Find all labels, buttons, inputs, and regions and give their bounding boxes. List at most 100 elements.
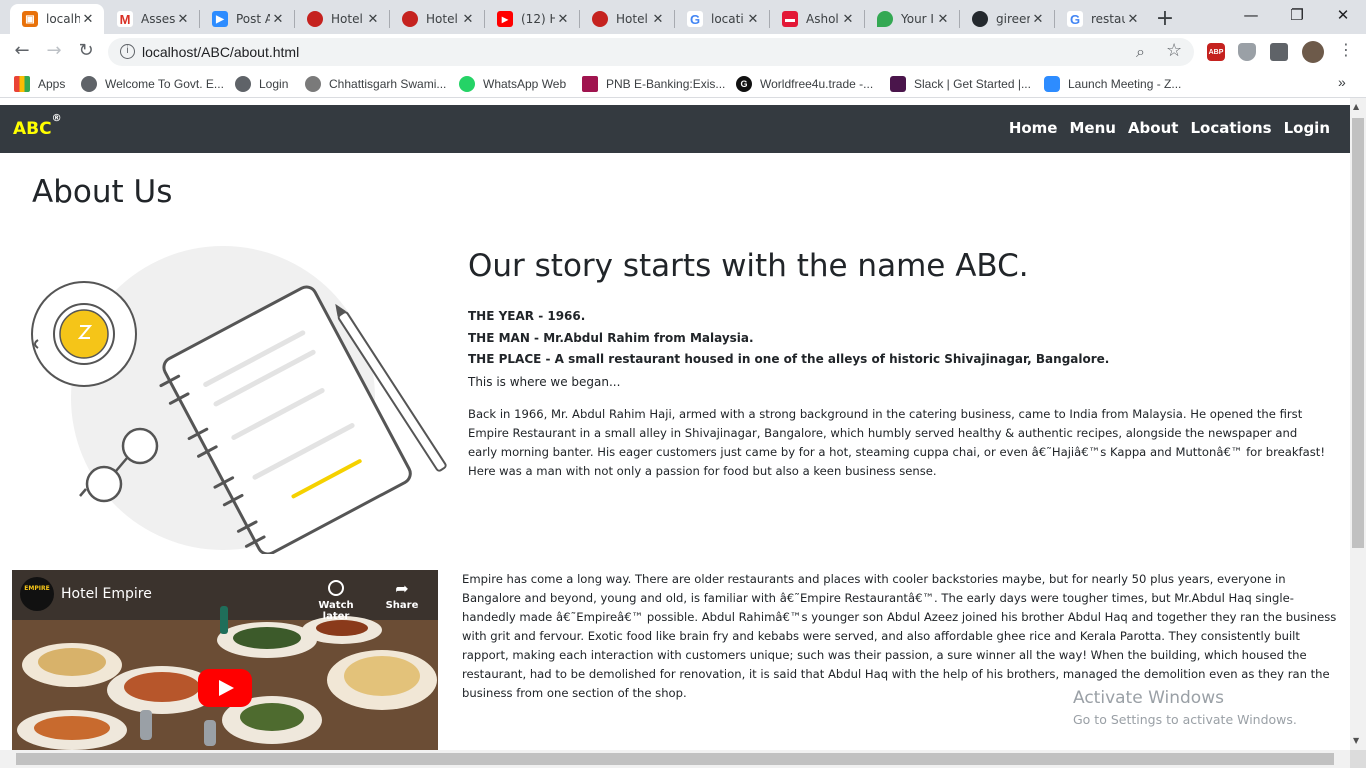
tab-0[interactable]: ▣ localh ✕: [10, 4, 104, 34]
tab-6[interactable]: Hotel ✕: [580, 4, 674, 34]
close-tab-icon[interactable]: ✕: [840, 12, 856, 27]
nav-home-link[interactable]: Home: [1009, 119, 1058, 137]
minimize-button[interactable]: —: [1236, 6, 1266, 24]
tab-11[interactable]: G restau ✕: [1055, 4, 1149, 34]
close-tab-icon[interactable]: ✕: [555, 12, 571, 27]
bookmark-whatsapp[interactable]: WhatsApp Web: [459, 76, 566, 92]
scroll-thumb[interactable]: [16, 753, 1334, 765]
site-info-icon[interactable]: i: [120, 44, 135, 59]
close-tab-icon[interactable]: ✕: [365, 12, 381, 27]
tab-title: (12) H: [521, 12, 555, 26]
watch-later-button[interactable]: Watch later: [309, 580, 363, 622]
close-tab-icon[interactable]: ✕: [270, 12, 286, 27]
share-label: Share: [385, 600, 419, 611]
bookmark-star-icon[interactable]: ☆: [1166, 40, 1182, 61]
zoom-icon: ▶: [212, 11, 228, 27]
tab-title: Your I: [901, 12, 934, 26]
close-tab-icon[interactable]: ✕: [175, 12, 191, 27]
close-tab-icon[interactable]: ✕: [745, 12, 761, 27]
shield-icon[interactable]: [1238, 43, 1256, 61]
tab-title: Asses: [141, 12, 175, 26]
tab-1[interactable]: M Asses ✕: [105, 4, 199, 34]
tab-title: Post A: [236, 12, 270, 26]
adblock-icon[interactable]: ABP: [1207, 43, 1225, 61]
bookmarks-bar: Apps Welcome To Govt. E... Login Chhatti…: [0, 70, 1366, 98]
close-tab-icon[interactable]: ✕: [1125, 12, 1141, 27]
history-paragraph: Empire has come a long way. There are ol…: [462, 572, 1337, 700]
play-icon: [219, 680, 234, 696]
nav-login-link[interactable]: Login: [1284, 119, 1330, 137]
back-button[interactable]: ←: [10, 40, 34, 61]
video-embed[interactable]: EMPIRE Hotel Empire Watch later ➦ Share: [12, 570, 438, 750]
play-button[interactable]: [198, 669, 252, 707]
bookmark-chhattisgarh[interactable]: Chhattisgarh Swami...: [305, 76, 446, 92]
tab-title: Hotel: [426, 12, 458, 26]
hotel-icon: [307, 11, 323, 27]
ashok-icon: ▬: [782, 11, 798, 27]
tab-7[interactable]: G locati ✕: [675, 4, 769, 34]
vertical-scrollbar[interactable]: ▲ ▼: [1350, 98, 1366, 750]
nav-locations-link[interactable]: Locations: [1190, 119, 1271, 137]
xampp-icon: ▣: [22, 11, 38, 27]
tab-title: Hotel: [616, 12, 648, 26]
fact-man: THE MAN - Mr.Abdul Rahim from Malaysia.: [468, 330, 754, 345]
clock-icon: [328, 580, 344, 596]
channel-logo[interactable]: EMPIRE: [23, 585, 51, 592]
whatsapp-icon: [459, 76, 475, 92]
close-tab-icon[interactable]: ✕: [1030, 12, 1046, 27]
video-title[interactable]: Hotel Empire: [61, 586, 152, 602]
close-tab-icon[interactable]: ✕: [935, 12, 951, 27]
nav-menu-link[interactable]: Menu: [1069, 119, 1115, 137]
close-window-button[interactable]: ✕: [1328, 6, 1358, 24]
horizontal-scrollbar[interactable]: [0, 750, 1350, 768]
brand-logo[interactable]: ABC®: [13, 113, 62, 139]
tab-5[interactable]: ▶ (12) H ✕: [485, 4, 579, 34]
maximize-button[interactable]: ❐: [1282, 6, 1312, 24]
profile-avatar[interactable]: [1302, 41, 1324, 63]
bookmark-apps[interactable]: Apps: [14, 76, 65, 92]
url-text[interactable]: localhost/ABC/about.html: [142, 44, 299, 60]
bookmark-slack[interactable]: Slack | Get Started |...: [890, 76, 1031, 92]
tab-title: localh: [46, 12, 80, 26]
close-tab-icon[interactable]: ✕: [460, 12, 476, 27]
tab-title: Hotel: [331, 12, 363, 26]
bookmark-login[interactable]: Login: [235, 76, 288, 92]
reload-button[interactable]: ↻: [74, 40, 98, 61]
bookmark-worldfree[interactable]: G Worldfree4u.trade -...: [736, 76, 873, 92]
scroll-thumb[interactable]: [1352, 118, 1364, 548]
new-tab-button[interactable]: +: [1154, 6, 1176, 31]
tab-4[interactable]: Hotel ✕: [390, 4, 484, 34]
watermark-title: Activate Windows: [1073, 688, 1224, 708]
share-button[interactable]: ➦ Share: [382, 580, 422, 612]
tab-10[interactable]: gireer ✕: [960, 4, 1054, 34]
nav-about-link[interactable]: About: [1128, 119, 1179, 137]
bookmark-label: Welcome To Govt. E...: [105, 77, 224, 91]
began-text: This is where we began...: [468, 374, 621, 389]
tab-9[interactable]: Your I ✕: [865, 4, 959, 34]
tab-8[interactable]: ▬ Ashol ✕: [770, 4, 864, 34]
bookmark-govt[interactable]: Welcome To Govt. E...: [81, 76, 224, 92]
fact-place: THE PLACE - A small restaurant housed in…: [468, 352, 1110, 366]
bookmark-zoom[interactable]: Launch Meeting - Z...: [1044, 76, 1181, 92]
tab-3[interactable]: Hotel ✕: [295, 4, 389, 34]
extensions-puzzle-icon[interactable]: [1270, 43, 1288, 61]
zoom-icon[interactable]: ⌕: [1136, 42, 1145, 62]
google-icon: G: [687, 11, 703, 27]
close-tab-icon[interactable]: ✕: [80, 12, 96, 27]
menu-kebab-icon[interactable]: ⋮: [1334, 40, 1358, 59]
bookmarks-more-button[interactable]: »: [1338, 74, 1346, 90]
tab-2[interactable]: ▶ Post A ✕: [200, 4, 294, 34]
bookmark-pnb[interactable]: PNB E-Banking:Exis...: [582, 76, 725, 92]
forward-button[interactable]: →: [42, 40, 66, 61]
watch-later-label: Watch later: [318, 600, 354, 622]
address-bar[interactable]: i localhost/ABC/about.html ⌕ ☆: [108, 38, 1194, 66]
hotel-icon: [592, 11, 608, 27]
scroll-up-arrow-icon[interactable]: ▲: [1353, 102, 1359, 111]
close-tab-icon[interactable]: ✕: [650, 12, 666, 27]
bookmark-label: PNB E-Banking:Exis...: [606, 77, 726, 91]
story-heading: Our story starts with the name ABC.: [468, 248, 1029, 284]
pnb-icon: [582, 76, 598, 92]
google-icon: G: [1067, 11, 1083, 27]
apps-icon: [14, 76, 30, 92]
scroll-down-arrow-icon[interactable]: ▼: [1353, 736, 1359, 745]
